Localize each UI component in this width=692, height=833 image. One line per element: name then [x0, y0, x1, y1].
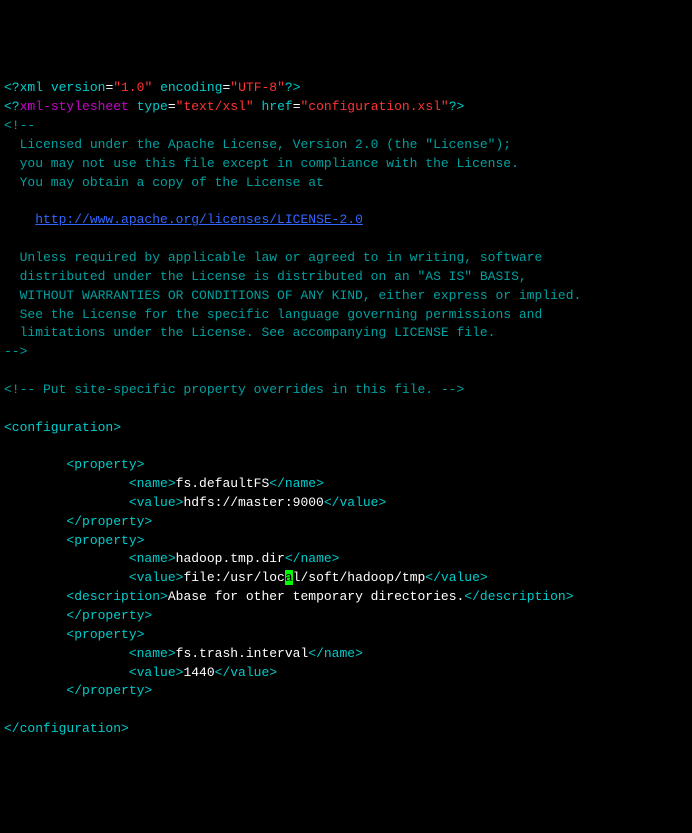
property-close: </property> [66, 514, 152, 529]
stylesheet-attr-href: href [254, 99, 293, 114]
stylesheet-name: xml-stylesheet [20, 99, 129, 114]
license-line: WITHOUT WARRANTIES OR CONDITIONS OF ANY … [4, 288, 581, 303]
indent [4, 627, 66, 642]
indent [4, 551, 129, 566]
value-open: <value> [129, 495, 184, 510]
license-line: See the License for the specific languag… [4, 307, 542, 322]
xml-val-encoding: "UTF-8" [230, 80, 285, 95]
description-open: <description> [66, 589, 167, 604]
name-close: </name> [269, 476, 324, 491]
stylesheet-close: ?> [449, 99, 465, 114]
name-open: <name> [129, 646, 176, 661]
value-open: <value> [129, 665, 184, 680]
xml-attr-version: version [43, 80, 105, 95]
prop2-description: Abase for other temporary directories. [168, 589, 464, 604]
license-line: Licensed under the Apache License, Versi… [4, 137, 511, 152]
indent [4, 533, 66, 548]
stylesheet-open: <? [4, 99, 20, 114]
description-close: </description> [464, 589, 573, 604]
license-line: distributed under the License is distrib… [4, 269, 527, 284]
prop1-value: hdfs://master:9000 [183, 495, 323, 510]
name-open: <name> [129, 476, 176, 491]
property-close: </property> [66, 608, 152, 623]
value-close: </value> [425, 570, 487, 585]
configuration-close: </configuration> [4, 721, 129, 736]
license-line: You may obtain a copy of the License at [4, 175, 324, 190]
xml-decl-open: <? [4, 80, 20, 95]
stylesheet-attr-type: type [129, 99, 168, 114]
prop2-value-a: file:/usr/loc [183, 570, 284, 585]
license-line: you may not use this file except in comp… [4, 156, 519, 171]
editor-content[interactable]: <?xml version="1.0" encoding="UTF-8"?> <… [4, 79, 688, 739]
license-url[interactable]: http://www.apache.org/licenses/LICENSE-2… [35, 212, 363, 227]
site-comment: <!-- Put site-specific property override… [4, 382, 464, 397]
stylesheet-val-type: "text/xsl" [176, 99, 254, 114]
name-close: </name> [308, 646, 363, 661]
indent [4, 683, 66, 698]
comment-close: --> [4, 344, 27, 359]
property-close: </property> [66, 683, 152, 698]
license-indent [4, 212, 35, 227]
eq: = [168, 99, 176, 114]
property-open: <property> [66, 533, 144, 548]
xml-decl-close: ?> [285, 80, 301, 95]
xml-attr-encoding: encoding [152, 80, 222, 95]
xml-decl-name: xml [20, 80, 43, 95]
indent [4, 646, 129, 661]
prop3-value: 1440 [183, 665, 214, 680]
prop3-name: fs.trash.interval [176, 646, 309, 661]
stylesheet-val-href: "configuration.xsl" [301, 99, 449, 114]
configuration-open: <configuration> [4, 420, 121, 435]
value-open: <value> [129, 570, 184, 585]
value-close: </value> [215, 665, 277, 680]
indent [4, 589, 66, 604]
value-close: </value> [324, 495, 386, 510]
indent [4, 608, 66, 623]
indent [4, 665, 129, 680]
property-open: <property> [66, 627, 144, 642]
comment-open: <!-- [4, 118, 35, 133]
name-close: </name> [285, 551, 340, 566]
indent [4, 514, 66, 529]
license-line: limitations under the License. See accom… [4, 325, 495, 340]
eq: = [293, 99, 301, 114]
property-open: <property> [66, 457, 144, 472]
name-open: <name> [129, 551, 176, 566]
cursor-position: a [285, 570, 293, 585]
prop2-value-b: l/soft/hadoop/tmp [293, 570, 426, 585]
prop1-name: fs.defaultFS [176, 476, 270, 491]
indent [4, 476, 129, 491]
license-line: Unless required by applicable law or agr… [4, 250, 542, 265]
indent [4, 570, 129, 585]
indent [4, 457, 66, 472]
xml-val-version: "1.0" [113, 80, 152, 95]
prop2-name: hadoop.tmp.dir [176, 551, 285, 566]
indent [4, 495, 129, 510]
